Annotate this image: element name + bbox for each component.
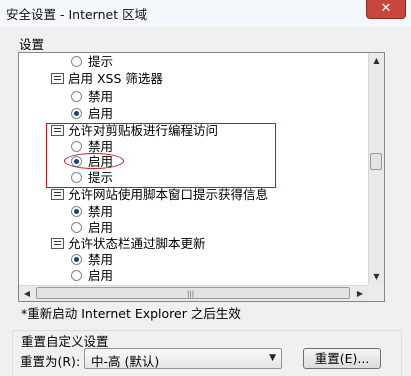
restart-note: *重新启动 Internet Explorer 之后生效 [21, 306, 241, 321]
grip-icon: ||| [187, 290, 195, 298]
settings-list-box: 提示 启用 XSS 筛选器 禁用 启用 允许对剪贴板进行编程访问 禁用 启用 提… [18, 52, 385, 302]
window-title: 安全设置 - Internet 区域 [6, 7, 148, 22]
category-xss-filter: 启用 XSS 筛选器 [51, 71, 163, 87]
horizontal-scroll-thumb[interactable]: ||| [36, 287, 350, 299]
setting-category-icon [51, 189, 64, 200]
horizontal-scrollbar[interactable]: ◀ ||| ▶ [19, 285, 368, 301]
radio-button-icon [71, 91, 82, 102]
radio-button-checked-icon [71, 206, 82, 217]
radio-status-bar-disable[interactable]: 禁用 [71, 252, 113, 268]
title-bar: 安全设置 - Internet 区域 ✕ [0, 0, 411, 26]
radio-script-prompt-enable[interactable]: 启用 [71, 220, 113, 236]
scroll-down-icon[interactable]: ▼ [369, 269, 384, 285]
radio-script-prompt-disable[interactable]: 禁用 [71, 204, 113, 220]
radio-xss-enable[interactable]: 启用 [71, 106, 113, 122]
vertical-scroll-thumb[interactable] [370, 153, 382, 170]
close-icon[interactable]: ✕ [366, 0, 406, 19]
vertical-scrollbar[interactable]: ▲ ▼ [368, 53, 384, 285]
radio-xss-disable[interactable]: 禁用 [71, 89, 113, 105]
setting-category-icon [51, 238, 64, 249]
radio-button-checked-icon [71, 108, 82, 119]
setting-category-icon [51, 73, 64, 84]
radio-button-checked-icon [71, 254, 82, 265]
reset-to-label: 重置为(R): [20, 354, 81, 369]
radio-button-icon [71, 56, 82, 67]
scroll-up-icon[interactable]: ▲ [369, 53, 384, 69]
radio-prompt[interactable]: 提示 [71, 54, 113, 70]
category-status-bar: 允许状态栏通过脚本更新 [51, 236, 206, 252]
chevron-down-icon: ▼ [269, 353, 276, 363]
settings-label: 设置 [19, 37, 45, 52]
scroll-right-icon[interactable]: ▶ [352, 286, 368, 301]
security-level-dropdown[interactable]: 中-高 (默认) ▼ [84, 348, 282, 369]
radio-status-bar-enable[interactable]: 启用 [71, 268, 113, 284]
dropdown-value: 中-高 (默认) [91, 354, 160, 369]
settings-list: 提示 启用 XSS 筛选器 禁用 启用 允许对剪贴板进行编程访问 禁用 启用 提… [19, 53, 368, 285]
annotation-ellipse [64, 153, 124, 169]
scrollbar-corner [368, 285, 384, 301]
scroll-left-icon[interactable]: ◀ [19, 286, 35, 301]
category-script-prompt: 允许网站使用脚本窗口提示获得信息 [51, 187, 268, 203]
radio-button-icon [71, 270, 82, 281]
radio-button-icon [71, 222, 82, 233]
reset-button[interactable]: 重置(E)... [303, 348, 381, 369]
